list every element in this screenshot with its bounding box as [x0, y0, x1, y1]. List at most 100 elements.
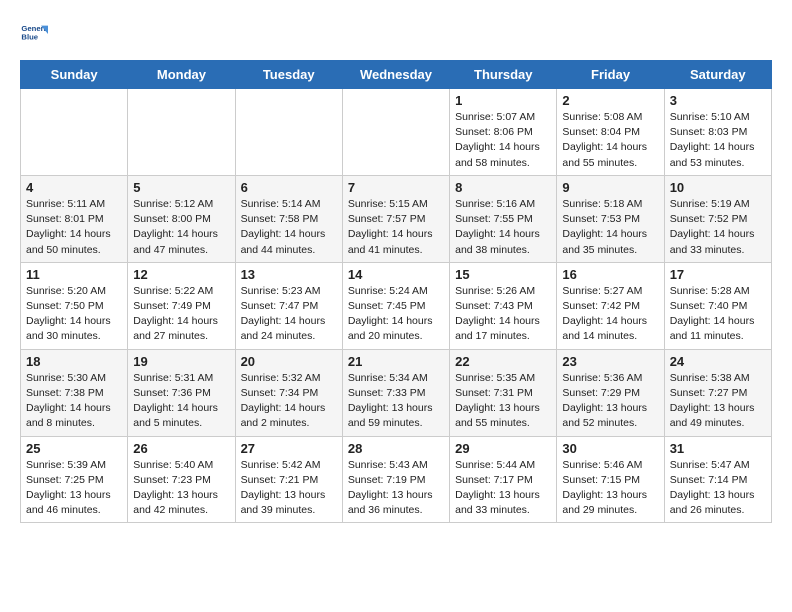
- day-number: 13: [241, 267, 337, 282]
- week-row-5: 25Sunrise: 5:39 AMSunset: 7:25 PMDayligh…: [21, 436, 772, 523]
- calendar-cell: [21, 89, 128, 176]
- day-number: 29: [455, 441, 551, 456]
- calendar-cell: 2Sunrise: 5:08 AMSunset: 8:04 PMDaylight…: [557, 89, 664, 176]
- calendar-cell: 29 Sunrise: 5:44 AMSunset: 7:17 PMDayligh…: [450, 436, 557, 523]
- day-number: 5: [133, 180, 229, 195]
- calendar-cell: 12 Sunrise: 5:22 AMSunset: 7:49 PMDayligh…: [128, 262, 235, 349]
- calendar-cell: 4 Sunrise: 5:11 AMSunset: 8:01 PMDaylight…: [21, 175, 128, 262]
- day-number: 21: [348, 354, 444, 369]
- general-blue-logo-icon: General Blue: [20, 20, 48, 48]
- calendar-cell: 31 Sunrise: 5:47 AMSunset: 7:14 PMDayligh…: [664, 436, 771, 523]
- day-info: Sunrise: 5:15 AMSunset: 7:57 PMDaylight:…: [348, 197, 444, 258]
- day-number: 15: [455, 267, 551, 282]
- calendar-cell: 7 Sunrise: 5:15 AMSunset: 7:57 PMDaylight…: [342, 175, 449, 262]
- day-number: 18: [26, 354, 122, 369]
- calendar-cell: 17 Sunrise: 5:28 AMSunset: 7:40 PMDayligh…: [664, 262, 771, 349]
- day-number: 28: [348, 441, 444, 456]
- header-day-tuesday: Tuesday: [235, 61, 342, 89]
- calendar-cell: 21 Sunrise: 5:34 AMSunset: 7:33 PMDayligh…: [342, 349, 449, 436]
- day-info: Sunrise: 5:18 AMSunset: 7:53 PMDaylight:…: [562, 197, 658, 258]
- calendar-cell: [235, 89, 342, 176]
- day-info: Sunrise: 5:42 AMSunset: 7:21 PMDaylight:…: [241, 458, 337, 519]
- day-number: 30: [562, 441, 658, 456]
- day-info: Sunrise: 5:28 AMSunset: 7:40 PMDaylight:…: [670, 284, 766, 345]
- calendar-cell: 5 Sunrise: 5:12 AMSunset: 8:00 PMDaylight…: [128, 175, 235, 262]
- day-info: Sunrise: 5:30 AMSunset: 7:38 PMDaylight:…: [26, 371, 122, 432]
- calendar-cell: 28 Sunrise: 5:43 AMSunset: 7:19 PMDayligh…: [342, 436, 449, 523]
- day-number: 22: [455, 354, 551, 369]
- calendar-cell: 1 Sunrise: 5:07 AMSunset: 8:06 PMDaylight…: [450, 89, 557, 176]
- day-info: Sunrise: 5:39 AMSunset: 7:25 PMDaylight:…: [26, 458, 122, 519]
- day-info: Sunrise: 5:40 AMSunset: 7:23 PMDaylight:…: [133, 458, 229, 519]
- day-number: 1: [455, 93, 551, 108]
- calendar-cell: [128, 89, 235, 176]
- calendar-cell: 27 Sunrise: 5:42 AMSunset: 7:21 PMDayligh…: [235, 436, 342, 523]
- day-number: 17: [670, 267, 766, 282]
- calendar-body: 1 Sunrise: 5:07 AMSunset: 8:06 PMDaylight…: [21, 89, 772, 523]
- day-number: 7: [348, 180, 444, 195]
- week-row-3: 11 Sunrise: 5:20 AMSunset: 7:50 PMDayligh…: [21, 262, 772, 349]
- calendar-cell: 9 Sunrise: 5:18 AMSunset: 7:53 PMDaylight…: [557, 175, 664, 262]
- day-info: Sunrise: 5:11 AMSunset: 8:01 PMDaylight:…: [26, 197, 122, 258]
- calendar-cell: 10 Sunrise: 5:19 AMSunset: 7:52 PMDayligh…: [664, 175, 771, 262]
- calendar-cell: 23Sunrise: 5:36 AMSunset: 7:29 PMDayligh…: [557, 349, 664, 436]
- day-number: 16: [562, 267, 658, 282]
- calendar-cell: [342, 89, 449, 176]
- calendar-cell: 6 Sunrise: 5:14 AMSunset: 7:58 PMDaylight…: [235, 175, 342, 262]
- calendar-cell: 16Sunrise: 5:27 AMSunset: 7:42 PMDayligh…: [557, 262, 664, 349]
- day-number: 11: [26, 267, 122, 282]
- day-info: Sunrise: 5:22 AMSunset: 7:49 PMDaylight:…: [133, 284, 229, 345]
- day-info: Sunrise: 5:43 AMSunset: 7:19 PMDaylight:…: [348, 458, 444, 519]
- header-row: SundayMondayTuesdayWednesdayThursdayFrid…: [21, 61, 772, 89]
- day-number: 8: [455, 180, 551, 195]
- day-info: Sunrise: 5:44 AMSunset: 7:17 PMDaylight:…: [455, 458, 551, 519]
- day-info: Sunrise: 5:20 AMSunset: 7:50 PMDaylight:…: [26, 284, 122, 345]
- calendar-cell: 11 Sunrise: 5:20 AMSunset: 7:50 PMDayligh…: [21, 262, 128, 349]
- day-info: Sunrise: 5:31 AMSunset: 7:36 PMDaylight:…: [133, 371, 229, 432]
- day-number: 6: [241, 180, 337, 195]
- header-day-friday: Friday: [557, 61, 664, 89]
- day-info: Sunrise: 5:38 AMSunset: 7:27 PMDaylight:…: [670, 371, 766, 432]
- day-info: Sunrise: 5:36 AMSunset: 7:29 PMDaylight:…: [562, 371, 658, 432]
- calendar-cell: 30 Sunrise: 5:46 AMSunset: 7:15 PMDayligh…: [557, 436, 664, 523]
- week-row-2: 4 Sunrise: 5:11 AMSunset: 8:01 PMDaylight…: [21, 175, 772, 262]
- day-info: Sunrise: 5:47 AMSunset: 7:14 PMDaylight:…: [670, 458, 766, 519]
- header-day-monday: Monday: [128, 61, 235, 89]
- day-info: Sunrise: 5:46 AMSunset: 7:15 PMDaylight:…: [562, 458, 658, 519]
- logo: General Blue: [20, 20, 54, 48]
- calendar-cell: 18 Sunrise: 5:30 AMSunset: 7:38 PMDayligh…: [21, 349, 128, 436]
- day-info: Sunrise: 5:10 AMSunset: 8:03 PMDaylight:…: [670, 110, 766, 171]
- day-number: 9: [562, 180, 658, 195]
- day-info: Sunrise: 5:32 AMSunset: 7:34 PMDaylight:…: [241, 371, 337, 432]
- day-info: Sunrise: 5:16 AMSunset: 7:55 PMDaylight:…: [455, 197, 551, 258]
- calendar-cell: 20 Sunrise: 5:32 AMSunset: 7:34 PMDayligh…: [235, 349, 342, 436]
- day-info: Sunrise: 5:26 AMSunset: 7:43 PMDaylight:…: [455, 284, 551, 345]
- calendar-cell: 8 Sunrise: 5:16 AMSunset: 7:55 PMDaylight…: [450, 175, 557, 262]
- week-row-4: 18 Sunrise: 5:30 AMSunset: 7:38 PMDayligh…: [21, 349, 772, 436]
- header-day-wednesday: Wednesday: [342, 61, 449, 89]
- calendar-cell: 26Sunrise: 5:40 AMSunset: 7:23 PMDayligh…: [128, 436, 235, 523]
- calendar-cell: 25Sunrise: 5:39 AMSunset: 7:25 PMDayligh…: [21, 436, 128, 523]
- day-number: 27: [241, 441, 337, 456]
- day-number: 14: [348, 267, 444, 282]
- header-day-saturday: Saturday: [664, 61, 771, 89]
- day-number: 10: [670, 180, 766, 195]
- day-info: Sunrise: 5:14 AMSunset: 7:58 PMDaylight:…: [241, 197, 337, 258]
- day-number: 31: [670, 441, 766, 456]
- day-number: 2: [562, 93, 658, 108]
- calendar-cell: 22Sunrise: 5:35 AMSunset: 7:31 PMDayligh…: [450, 349, 557, 436]
- day-number: 20: [241, 354, 337, 369]
- day-info: Sunrise: 5:07 AMSunset: 8:06 PMDaylight:…: [455, 110, 551, 171]
- day-info: Sunrise: 5:23 AMSunset: 7:47 PMDaylight:…: [241, 284, 337, 345]
- calendar-cell: 3 Sunrise: 5:10 AMSunset: 8:03 PMDaylight…: [664, 89, 771, 176]
- day-number: 24: [670, 354, 766, 369]
- calendar-cell: 13 Sunrise: 5:23 AMSunset: 7:47 PMDayligh…: [235, 262, 342, 349]
- day-info: Sunrise: 5:34 AMSunset: 7:33 PMDaylight:…: [348, 371, 444, 432]
- day-number: 4: [26, 180, 122, 195]
- day-number: 3: [670, 93, 766, 108]
- calendar-cell: 14Sunrise: 5:24 AMSunset: 7:45 PMDayligh…: [342, 262, 449, 349]
- day-number: 12: [133, 267, 229, 282]
- day-info: Sunrise: 5:19 AMSunset: 7:52 PMDaylight:…: [670, 197, 766, 258]
- day-info: Sunrise: 5:12 AMSunset: 8:00 PMDaylight:…: [133, 197, 229, 258]
- svg-text:Blue: Blue: [21, 33, 38, 42]
